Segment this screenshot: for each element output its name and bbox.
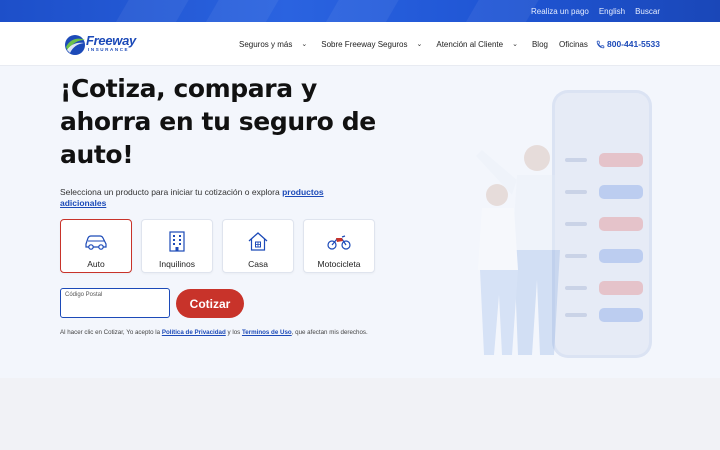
chevron-down-icon: ⌄ <box>301 41 308 48</box>
nav-item-label: Seguros y más <box>239 39 293 49</box>
page-title: ¡Cotiza, compara y ahorra en tu seguro d… <box>60 74 376 169</box>
phone-link[interactable]: 800-441-5533 <box>596 22 660 66</box>
nav-item-label: Atención al Cliente <box>436 39 504 49</box>
nav-item-seguros[interactable]: Seguros y más ⌄ <box>239 40 307 49</box>
chevron-down-icon: ⌄ <box>512 41 518 48</box>
building-icon <box>169 231 185 252</box>
phone-number: 800-441-5533 <box>607 39 660 49</box>
nav-item-atencion[interactable]: Atención al Cliente ⌄ <box>436 40 518 49</box>
decor-stripe <box>315 0 405 22</box>
zip-code-label: Código Postal <box>65 292 103 298</box>
nav-item-label: Blog <box>531 39 548 49</box>
legal-text: y los <box>225 329 242 336</box>
freeway-logo[interactable]: Freeway INSURANCE <box>64 32 144 58</box>
logo-swoosh-icon <box>65 35 85 55</box>
zip-code-field[interactable]: Código Postal <box>60 288 170 318</box>
zip-code-input[interactable] <box>65 302 165 316</box>
legal-text: , que afectan mis derechos. <box>291 329 368 336</box>
chevron-down-icon: ⌄ <box>416 41 423 48</box>
product-card-casa[interactable]: Casa <box>222 219 294 273</box>
nav-item-oficinas[interactable]: Oficinas <box>559 40 588 49</box>
subtext-body: Selecciona un producto para iniciar tu c… <box>60 187 283 197</box>
house-icon <box>248 232 268 251</box>
decor-stripe <box>195 0 285 22</box>
product-card-motocicleta[interactable]: Motocicleta <box>303 219 375 273</box>
english-link[interactable]: English <box>599 7 625 16</box>
make-payment-link[interactable]: Realiza un pago <box>531 7 589 16</box>
product-label: Motocicleta <box>317 259 361 269</box>
search-link[interactable]: Buscar <box>635 7 660 16</box>
logo-wordmark: Freeway <box>86 33 136 48</box>
product-label: Casa <box>248 259 268 269</box>
product-label: Auto <box>87 259 105 269</box>
product-card-inquilinos[interactable]: Inquilinos <box>141 219 213 273</box>
decor-stripe <box>105 0 195 22</box>
people-illustration <box>476 145 564 355</box>
nav-item-label: Sobre Freeway Seguros <box>321 39 408 49</box>
legal-disclaimer: Al hacer clic en Cotizar, Yo acepto la P… <box>60 328 370 338</box>
utility-links: Realiza un pago English Buscar <box>531 0 660 22</box>
nav-item-blog[interactable]: Blog <box>532 40 548 49</box>
product-selector: Auto Inquilinos Casa Motocicleta <box>60 219 375 273</box>
product-card-auto[interactable]: Auto <box>60 219 132 273</box>
hero-subtext: Selecciona un producto para iniciar tu c… <box>60 187 360 209</box>
cotizar-button[interactable]: Cotizar <box>176 289 244 318</box>
utility-bar: Realiza un pago English Buscar <box>0 0 720 22</box>
phone-icon <box>596 40 605 48</box>
motorcycle-icon <box>327 235 351 250</box>
terms-of-use-link[interactable]: Terminos de Uso <box>242 329 292 336</box>
legal-text: Al hacer clic en Cotizar, Yo acepto la <box>60 329 162 336</box>
lower-section <box>0 378 720 450</box>
product-label: Inquilinos <box>159 259 195 269</box>
privacy-policy-link[interactable]: Política de Privacidad <box>162 329 226 336</box>
nav-menu: Seguros y más ⌄ Sobre Freeway Seguros ⌄ … <box>239 22 588 66</box>
car-icon <box>85 235 107 250</box>
nav-item-label: Oficinas <box>558 39 588 49</box>
main-navbar: Freeway INSURANCE Seguros y más ⌄ Sobre … <box>0 22 720 66</box>
nav-item-sobre[interactable]: Sobre Freeway Seguros ⌄ <box>321 40 422 49</box>
logo-tagline: INSURANCE <box>88 47 130 52</box>
